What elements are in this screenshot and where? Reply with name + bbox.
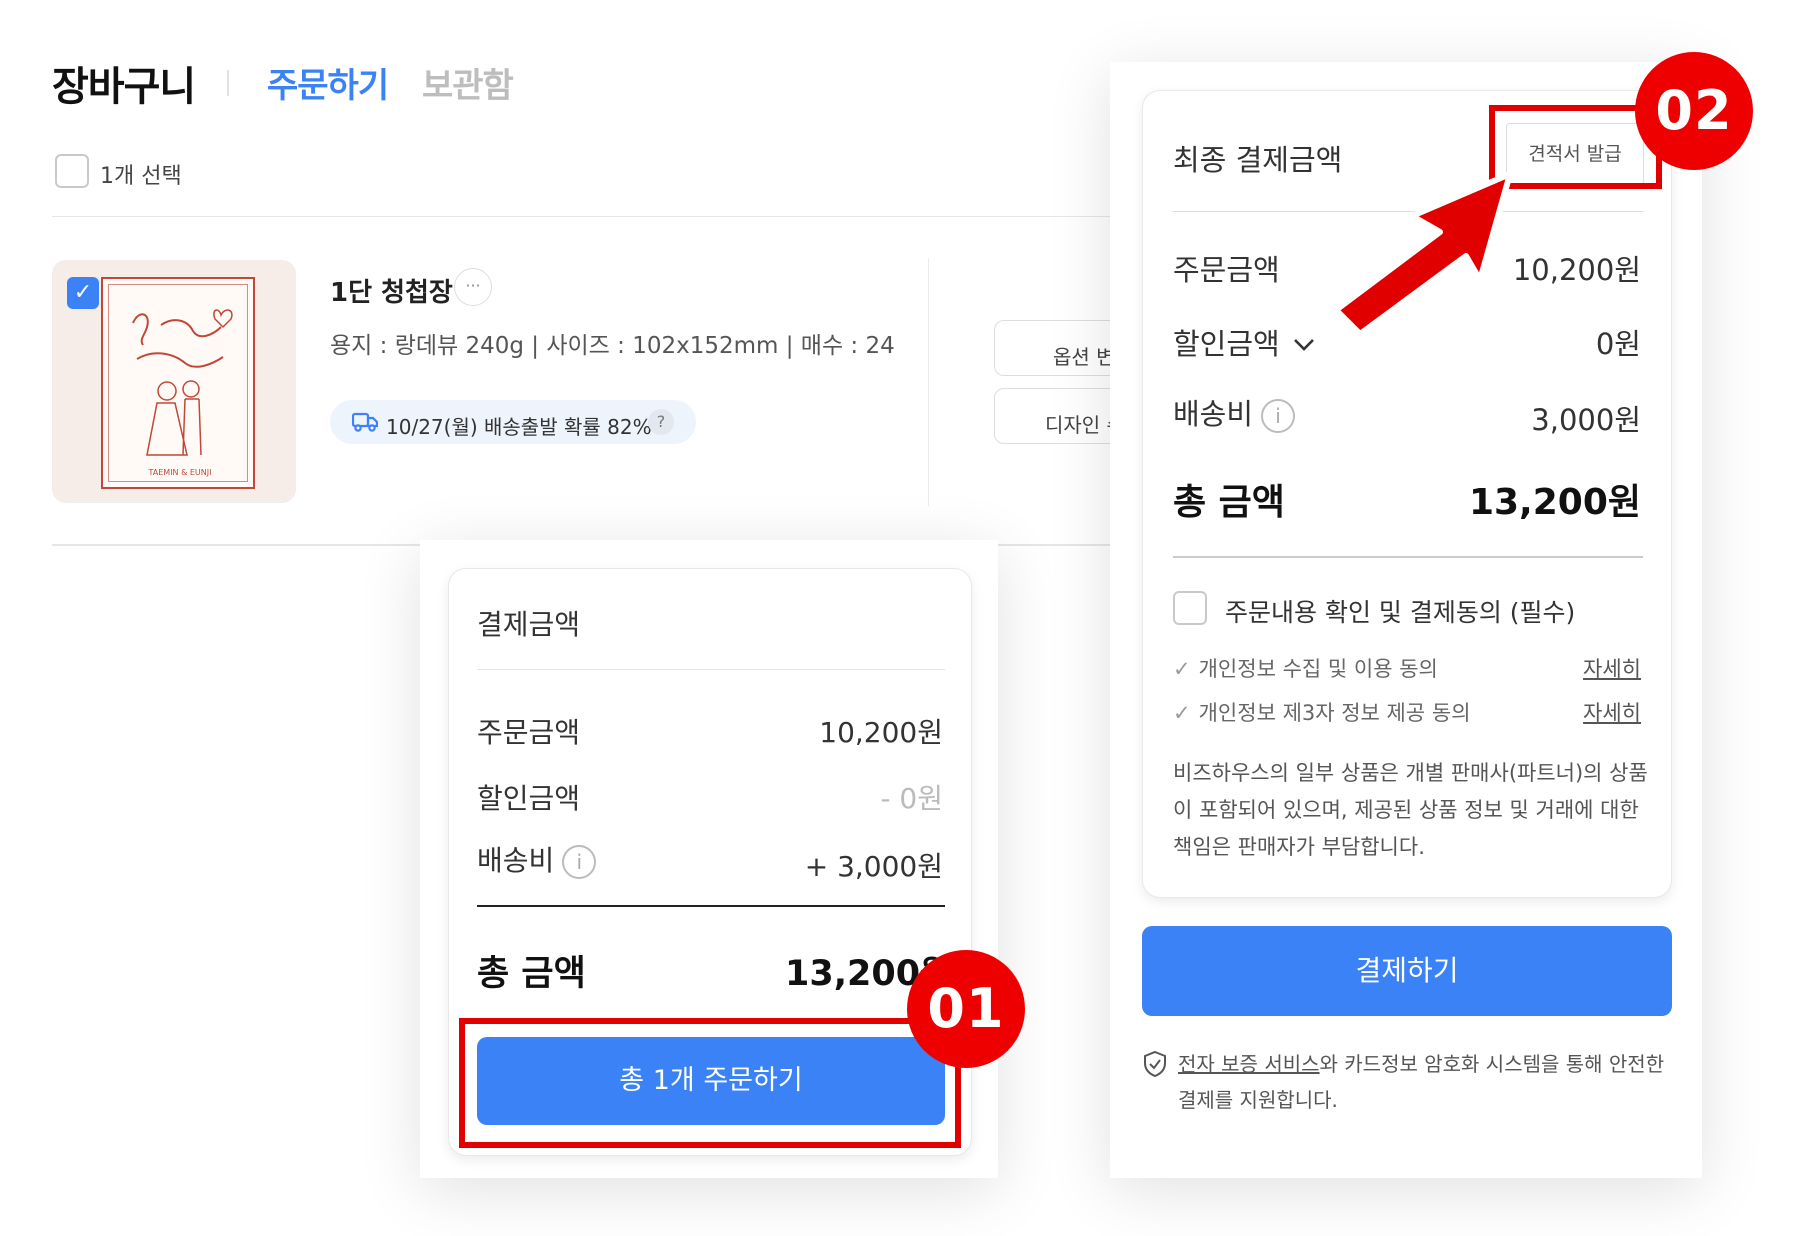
order-amount-label: 주문금액	[477, 716, 581, 749]
payment-divider	[477, 669, 945, 670]
third-party-consent-item: ✓ 개인정보 제3자 정보 제공 동의	[1173, 697, 1471, 727]
item-checkbox[interactable]: ✓	[67, 277, 99, 309]
step-badge-02: 02	[1635, 52, 1753, 170]
discount-value: - 0원	[880, 782, 943, 815]
secure-payment-notice: 전자 보증 서비스와 카드정보 암호화 시스템을 통해 안전한 결제를 지원합니…	[1178, 1046, 1668, 1118]
final-shipping-row: 배송비 i	[1173, 391, 1296, 433]
total-divider	[477, 905, 945, 907]
tab-order[interactable]: 주문하기	[267, 58, 389, 107]
svg-text:TAEMIN & EUNJI: TAEMIN & EUNJI	[148, 468, 212, 477]
tab-storage[interactable]: 보관함	[422, 58, 514, 107]
truck-icon	[351, 411, 379, 437]
shipping-estimate-chip: 10/27(월) 배송출발 확률 82% ?	[330, 400, 696, 444]
seller-notice: 비즈하우스의 일부 상품은 개별 판매사(파트너)의 상품이 포함되어 있으며,…	[1173, 761, 1648, 859]
info-icon[interactable]: i	[562, 845, 597, 879]
page-title: 장바구니	[52, 64, 196, 110]
shipping-fee-value: + 3,000원	[804, 850, 943, 883]
order-amount-value: 10,200원	[819, 716, 943, 749]
arrow-icon	[1333, 171, 1513, 337]
final-order-amount-label: 주문금액	[1173, 253, 1280, 287]
final-discount-row[interactable]: 할인금액	[1173, 321, 1316, 363]
final-discount-label: 할인금액	[1173, 327, 1280, 361]
final-shipping-value: 3,000원	[1531, 403, 1641, 437]
escrow-service-link[interactable]: 전자 보증 서비스	[1178, 1052, 1320, 1076]
cart-divider	[52, 216, 1112, 217]
final-shipping-label: 배송비	[1173, 397, 1254, 431]
shipping-fee-label: 배송비	[477, 844, 555, 877]
check-icon: ✓	[1173, 701, 1191, 725]
option-change-button[interactable]: 옵션 변	[994, 320, 1124, 376]
final-total-label: 총 금액	[1173, 482, 1285, 523]
privacy-consent-label: 개인정보 수집 및 이용 동의	[1198, 657, 1438, 681]
select-all-label: 1개 선택	[100, 164, 182, 189]
item-name: 1단 청첩장	[330, 278, 453, 308]
shipping-fee-row: 배송비 i	[477, 839, 597, 879]
info-icon[interactable]: i	[1261, 399, 1296, 433]
final-payment-title: 최종 결제금액	[1173, 143, 1343, 177]
agree-checkbox[interactable]	[1173, 591, 1207, 625]
item-options-text: 용지 : 랑데뷰 240g | 사이즈 : 102x152mm | 매수 : 2…	[330, 333, 895, 359]
title-divider	[227, 70, 229, 96]
final-order-amount-value: 10,200원	[1512, 253, 1641, 287]
shield-check-icon	[1142, 1050, 1168, 1082]
privacy-detail-link[interactable]: 자세히	[1583, 653, 1641, 683]
check-icon: ✓	[1173, 657, 1191, 681]
design-edit-button[interactable]: 디자인 수	[994, 388, 1124, 444]
step-badge-01: 01	[907, 950, 1025, 1068]
final-total-divider	[1173, 556, 1643, 558]
third-party-consent-label: 개인정보 제3자 정보 제공 동의	[1198, 701, 1471, 725]
final-total-value: 13,200원	[1468, 482, 1641, 523]
third-party-detail-link[interactable]: 자세히	[1583, 697, 1641, 727]
product-thumbnail[interactable]: TAEMIN & EUNJI ✓	[52, 260, 296, 503]
total-label: 총 금액	[477, 954, 586, 994]
chevron-down-icon[interactable]	[1292, 334, 1316, 359]
payment-title: 결제금액	[477, 608, 581, 641]
discount-label: 할인금액	[477, 782, 581, 815]
shipping-estimate-text: 10/27(월) 배송출발 확률 82%	[386, 415, 652, 439]
agree-label: 주문내용 확인 및 결제동의 (필수)	[1225, 598, 1576, 627]
check-icon: ✓	[73, 280, 93, 305]
final-discount-value: 0원	[1595, 327, 1641, 361]
privacy-consent-item: ✓ 개인정보 수집 및 이용 동의	[1173, 653, 1438, 683]
highlight-box-order	[459, 1018, 961, 1148]
invitation-card-image: TAEMIN & EUNJI	[101, 277, 255, 489]
item-divider	[928, 258, 929, 506]
select-all-checkbox[interactable]	[55, 154, 89, 188]
more-options-button[interactable]: ···	[454, 268, 492, 306]
help-icon[interactable]: ?	[648, 409, 674, 435]
pay-button[interactable]: 결제하기	[1142, 926, 1672, 1016]
